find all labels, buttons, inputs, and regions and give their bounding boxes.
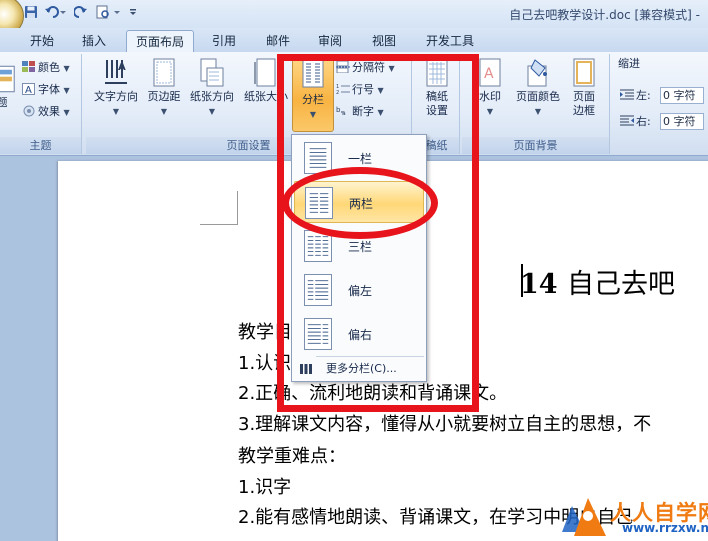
themes-group-label: 主题 (0, 137, 81, 154)
size-icon (254, 58, 276, 87)
effects-icon (23, 105, 35, 117)
theme-fonts-button[interactable]: A 字体 ▼ (22, 82, 70, 99)
page-background-group: A 水印 ▼ 页面颜色 ▼ 页面 边框 页面背景 (462, 54, 610, 154)
tab-home[interactable]: 开始 (20, 30, 64, 52)
undo-icon[interactable] (44, 5, 66, 21)
page-color-icon (527, 59, 547, 87)
document-title[interactable]: 14 自己去吧 (520, 262, 675, 301)
title-number: 14 (520, 269, 558, 300)
margins-label: 页边距 (147, 90, 181, 103)
page-borders-icon (573, 58, 595, 87)
indent-left-icon (620, 89, 634, 100)
orientation-button[interactable]: 纸张方向 ▼ (186, 58, 238, 119)
window-title: 自己去吧教学设计.doc [兼容模式] - (509, 8, 700, 22)
tab-view[interactable]: 视图 (362, 30, 406, 52)
customize-qat-icon[interactable] (128, 5, 138, 21)
doc-line[interactable]: 1.识字 (238, 477, 291, 499)
themes-button[interactable]: 题 (0, 64, 15, 110)
page-background-group-label: 页面背景 (462, 137, 609, 154)
colors-icon (22, 61, 35, 72)
orientation-label: 纸张方向 (190, 90, 234, 103)
tab-page-layout[interactable]: 页面布局 (126, 30, 194, 52)
page-color-button[interactable]: 页面颜色 ▼ (510, 58, 566, 119)
svg-text:A: A (25, 85, 32, 95)
page-color-label: 页面颜色 (516, 90, 560, 103)
redo-icon[interactable] (73, 5, 88, 21)
doc-line[interactable]: 3.理解课文内容，懂得从小就要树立自主的思想，不 (238, 414, 651, 436)
paragraph-group: 缩进 左: 0 字符 右: 0 字符 (614, 54, 708, 154)
indent-left-text: 左: (636, 89, 651, 102)
tab-references[interactable]: 引用 (202, 30, 246, 52)
title-bar: 自己去吧教学设计.doc [兼容模式] - (0, 0, 708, 36)
text-direction-label: 文字方向 (94, 90, 138, 103)
indent-right-icon (620, 115, 634, 126)
indent-right-input[interactable]: 0 字符 (660, 113, 704, 130)
tab-review[interactable]: 审阅 (308, 30, 352, 52)
svg-text:A: A (484, 66, 494, 82)
orientation-icon (200, 58, 224, 87)
margins-icon (153, 58, 175, 87)
themes-group: 题 颜色 ▼ A 字体 ▼ 效果 ▼ 主题 (0, 54, 82, 154)
watermark-url: www.rrzxw.net (622, 521, 708, 535)
annotation-highlight-ellipse (282, 167, 438, 239)
print-preview-icon[interactable] (96, 5, 122, 21)
page-borders-label-1: 页面 (573, 90, 595, 103)
theme-effects-button[interactable]: 效果 ▼ (22, 104, 70, 121)
title-text: 自己去吧 (566, 269, 675, 300)
effects-label: 效果 (38, 105, 60, 118)
watermark-icon: A (479, 58, 501, 87)
page-corner-mark (200, 191, 238, 225)
tab-developer[interactable]: 开发工具 (418, 30, 482, 52)
themes-label: 题 (0, 96, 8, 109)
indent-label: 缩进 (618, 57, 640, 70)
save-icon[interactable] (24, 5, 38, 21)
doc-line[interactable]: 教学重难点： (238, 446, 346, 468)
svg-text:A: A (118, 62, 126, 73)
margins-button[interactable]: 页边距 ▼ (142, 58, 186, 119)
colors-label: 颜色 (38, 61, 60, 74)
indent-left-label: 左: (620, 88, 651, 104)
watermark-label: 水印 (479, 90, 501, 103)
ribbon-tabs: 开始 插入 页面布局 引用 邮件 审阅 视图 开发工具 (0, 28, 708, 52)
page-borders-button[interactable]: 页面 边框 (566, 58, 602, 118)
fonts-icon: A (22, 83, 35, 95)
tab-insert[interactable]: 插入 (72, 30, 116, 52)
indent-right-text: 右: (636, 115, 651, 128)
indent-right-label: 右: (620, 114, 651, 130)
text-direction-button[interactable]: A 文字方向 ▼ (90, 58, 142, 119)
tab-mailings[interactable]: 邮件 (256, 30, 300, 52)
page-borders-label-2: 边框 (573, 104, 595, 117)
fonts-label: 字体 (38, 83, 60, 96)
text-direction-icon: A (105, 60, 127, 84)
theme-colors-button[interactable]: 颜色 ▼ (22, 60, 70, 77)
indent-left-input[interactable]: 0 字符 (660, 87, 704, 104)
